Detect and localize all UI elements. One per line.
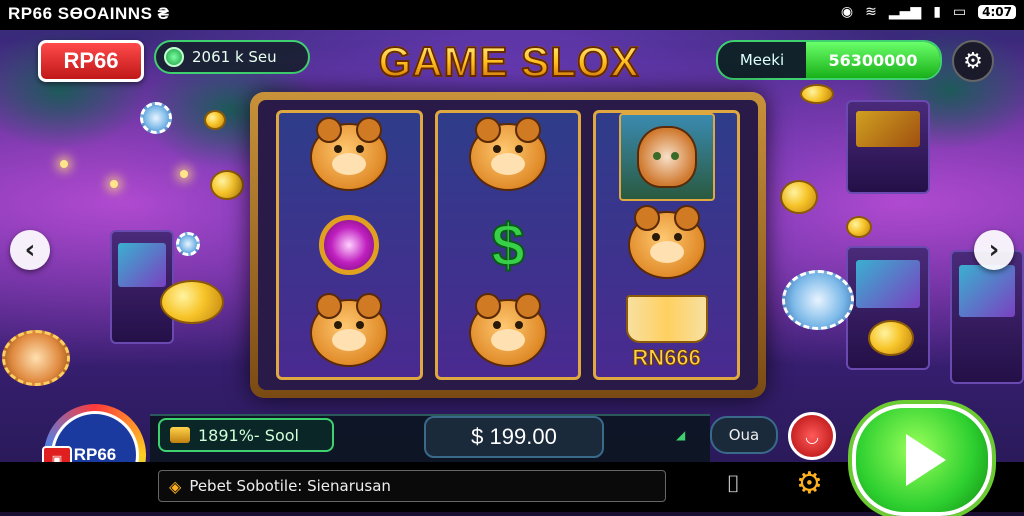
previous-arrow-button[interactable]: ‹ (10, 230, 50, 270)
lamp-decoration (180, 170, 188, 178)
neon-sign (846, 100, 930, 194)
win-display[interactable]: 1891%- Sool (158, 418, 334, 452)
bear-symbol-icon (301, 292, 397, 374)
book-symbol-icon: RN666 (619, 292, 715, 374)
battery-icon: ▭ (952, 4, 967, 20)
play-icon (906, 434, 946, 486)
app-icon: ◉ (840, 4, 854, 20)
bear-symbol-icon (301, 116, 397, 198)
lamp-decoration (60, 160, 68, 168)
bear-symbol-icon (460, 292, 556, 374)
mode-display[interactable]: Meeki 56300000 (716, 40, 942, 80)
coin-decoration (780, 180, 818, 214)
gear-nav-icon[interactable]: ⚙ (796, 466, 823, 501)
coin-decoration (204, 110, 226, 130)
chip-decoration (2, 330, 70, 386)
crowned-bear-symbol-icon (460, 116, 556, 198)
slot-reel-frame: $ RN666 (250, 92, 766, 398)
game-title: GAME SLOX (377, 37, 640, 86)
dollar-symbol-icon: $ (490, 211, 525, 280)
gem-symbol-icon (301, 204, 397, 286)
reel-3: RN666 (593, 110, 741, 380)
reel-2: $ (434, 110, 582, 380)
bet-button[interactable]: Oua (710, 416, 778, 454)
brand-logo: RP66 (38, 40, 144, 82)
coin-decoration (800, 84, 834, 104)
arcade-machine (950, 250, 1024, 384)
info-icon: ◢ (676, 428, 686, 442)
coin-decoration (160, 280, 224, 324)
chip-decoration (140, 102, 172, 134)
arcade-machine (110, 230, 174, 344)
chip-decoration (782, 270, 854, 330)
autoplay-icon: ◡ (805, 426, 819, 446)
balance-display[interactable]: 2061 k Seu (154, 40, 310, 74)
chip-decoration (176, 232, 200, 256)
settings-button[interactable]: ⚙ (952, 40, 994, 82)
ticker-text: Pebet Sobotile: Sienarusan (189, 477, 391, 495)
next-arrow-button[interactable]: › (974, 230, 1014, 270)
gem-icon (164, 47, 184, 67)
mode-label: Meeki (739, 51, 785, 69)
balance-text: 2061 k Seu (192, 48, 277, 66)
reel-1 (276, 110, 423, 380)
gear-icon: ⚙ (963, 48, 983, 74)
autoplay-button[interactable]: ◡ (788, 412, 836, 460)
chevron-left-icon: ‹ (24, 235, 36, 265)
lamp-decoration (110, 180, 118, 188)
coin-decoration (210, 170, 244, 200)
slot-reels: $ RN666 (258, 100, 758, 390)
battery-level: 4:07 (978, 5, 1016, 19)
wifi-icon: ≋ (865, 4, 877, 20)
chevron-right-icon: › (988, 235, 1000, 265)
win-text: 1891%- Sool (198, 425, 299, 445)
news-ticker[interactable]: ◈ Pebet Sobotile: Sienarusan (158, 470, 666, 502)
book-nav-icon[interactable]: ⌷ (726, 470, 740, 498)
cat-symbol-icon (618, 113, 715, 201)
status-bar: RP66 SӨOAINNS ₴ ◉ ≋ ▂▄▆ ▮ ▭ 4:07 (0, 0, 1024, 30)
total-display: $ 199.00 (424, 416, 604, 458)
signal-icon: ▂▄▆ (888, 4, 922, 20)
status-title: RP66 SӨOAINNS ₴ (8, 4, 170, 23)
crowned-bear-symbol-icon (619, 204, 715, 286)
sim-icon: ▮ (933, 4, 941, 20)
status-icons: ◉ ≋ ▂▄▆ ▮ ▭ 4:07 (841, 4, 1016, 20)
spin-play-button[interactable] (852, 404, 992, 516)
coins-icon (170, 427, 190, 443)
ticker-icon: ◈ (169, 476, 182, 496)
coin-decoration (846, 216, 872, 238)
book-symbol-label: RN666 (632, 345, 701, 371)
mode-value: 56300000 (806, 42, 940, 78)
coin-decoration (868, 320, 914, 356)
